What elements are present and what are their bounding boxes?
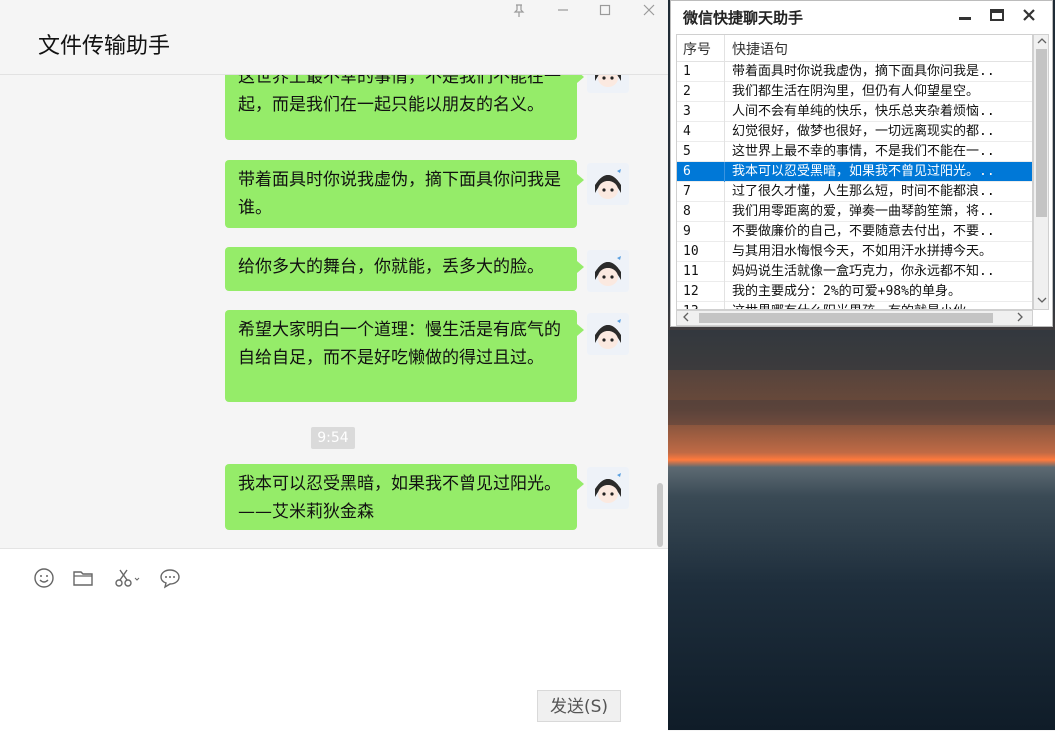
row-index: 5 <box>683 144 691 159</box>
row-index: 10 <box>683 244 699 259</box>
row-phrase: 过了很久才懂，人生那么短，时间不能都浪.. <box>732 184 995 199</box>
vertical-scroll-thumb[interactable] <box>1036 49 1047 217</box>
table-header: 序号 快捷语句 <box>677 35 1032 62</box>
message-bubble[interactable]: 带着面具时你说我虚伪，摘下面具你问我是谁。 <box>225 160 584 228</box>
table-row[interactable]: 3 人间不会有单纯的快乐，快乐总夹杂着烦恼.. <box>677 102 1032 122</box>
maximize-icon[interactable] <box>989 7 1009 25</box>
chat-header: 文件传输助手 <box>0 0 668 75</box>
row-phrase: 带着面具时你说我虚伪，摘下面具你问我是.. <box>732 64 995 79</box>
scroll-down-icon[interactable] <box>1037 295 1047 308</box>
scroll-right-icon[interactable] <box>1015 312 1025 325</box>
helper-title: 微信快捷聊天助手 <box>683 9 804 27</box>
row-index: 8 <box>683 204 691 219</box>
table-row[interactable]: 8 我们用零距离的爱，弹奏一曲琴韵笙箫，将.. <box>677 202 1032 222</box>
helper-titlebar[interactable]: 微信快捷聊天助手 <box>671 1 1052 31</box>
cloud-band <box>668 330 1055 370</box>
table-row[interactable]: 4 幻觉很好，做梦也很好，一切远离现实的都.. <box>677 122 1032 142</box>
emoji-icon[interactable] <box>33 567 55 589</box>
row-phrase: 我们用零距离的爱，弹奏一曲琴韵笙箫，将.. <box>732 204 995 219</box>
message-bubble[interactable]: 希望大家明白一个道理：慢生活是有底气的自给自足，而不是好吃懒做的得过且过。 <box>225 310 584 402</box>
table-row[interactable]: 13 这世界哪有什么阳光男孩，有的就是小伙.. <box>677 302 1032 309</box>
message-text: 这世界上最不幸的事情，不是我们不能在一起，而是我们在一起只能以朋友的名义。 <box>238 75 561 115</box>
wechat-window: 文件传输助手 这世界上最不幸的事情，不是我们不能在一起，而是我们在一起只能以朋友… <box>0 0 668 731</box>
horizontal-scrollbar[interactable] <box>676 310 1033 326</box>
maximize-icon[interactable] <box>594 4 616 22</box>
timestamp-chip: 9:54 <box>311 427 355 449</box>
row-phrase: 幻觉很好，做梦也很好，一切远离现实的都.. <box>732 124 995 139</box>
chat-scrollbar[interactable] <box>657 483 663 547</box>
table-row[interactable]: 1 带着面具时你说我虚伪，摘下面具你问我是.. <box>677 62 1032 82</box>
message-input-area[interactable]: 发送(S) <box>0 548 668 731</box>
row-index: 9 <box>683 224 691 239</box>
table-row[interactable]: 5 这世界上最不幸的事情，不是我们不能在一.. <box>677 142 1032 162</box>
chat-title: 文件传输助手 <box>38 34 171 59</box>
row-index: 1 <box>683 64 691 79</box>
phrase-table[interactable]: 序号 快捷语句 1 带着面具时你说我虚伪，摘下面具你问我是.. 2 我们都生活在阴沟里… <box>676 34 1033 310</box>
cloud-band <box>668 400 1055 425</box>
scroll-up-icon[interactable] <box>1037 36 1047 49</box>
table-row[interactable]: 2 我们都生活在阴沟里，但仍有人仰望星空。 <box>677 82 1032 102</box>
row-index: 11 <box>683 264 699 279</box>
message-text: 给你多大的舞台，你就能，丢多大的脸。 <box>238 257 544 277</box>
row-phrase: 这世界上最不幸的事情，不是我们不能在一.. <box>732 144 995 159</box>
avatar[interactable] <box>587 467 629 509</box>
row-index: 2 <box>683 84 691 99</box>
pin-icon[interactable] <box>508 4 530 22</box>
avatar[interactable] <box>587 313 629 355</box>
avatar[interactable] <box>587 75 629 93</box>
table-row[interactable]: 9 不要做廉价的自己，不要随意去付出，不要.. <box>677 222 1032 242</box>
row-phrase: 我们都生活在阴沟里，但仍有人仰望星空。 <box>732 84 980 99</box>
message-text: 我本可以忍受黑暗，如果我不曾见过阳光。——艾米莉狄金森 <box>238 474 561 522</box>
send-button[interactable]: 发送(S) <box>537 690 621 722</box>
scroll-left-icon[interactable] <box>681 312 691 325</box>
row-phrase: 与其用泪水悔恨今天，不如用汗水拼搏今天。 <box>732 244 993 259</box>
row-phrase: 我本可以忍受黑暗，如果我不曾见过阳光。.. <box>732 164 995 179</box>
row-index: 6 <box>683 164 691 179</box>
row-phrase: 妈妈说生活就像一盒巧克力，你永远都不知.. <box>732 264 995 279</box>
vertical-scrollbar[interactable] <box>1033 34 1049 310</box>
column-header-index[interactable]: 序号 <box>683 39 711 59</box>
row-index: 12 <box>683 284 699 299</box>
row-phrase: 人间不会有单纯的快乐，快乐总夹杂着烦恼.. <box>732 104 995 119</box>
row-index: 3 <box>683 104 691 119</box>
table-row[interactable]: 11 妈妈说生活就像一盒巧克力，你永远都不知.. <box>677 262 1032 282</box>
close-icon[interactable] <box>638 4 660 22</box>
horizontal-scroll-thumb[interactable] <box>699 313 993 323</box>
folder-icon[interactable] <box>72 567 94 589</box>
table-row[interactable]: 6 我本可以忍受黑暗，如果我不曾见过阳光。.. <box>677 162 1032 182</box>
message-text: 希望大家明白一个道理：慢生活是有底气的自给自足，而不是好吃懒做的得过且过。 <box>238 320 561 368</box>
message-bubble[interactable]: 这世界上最不幸的事情，不是我们不能在一起，而是我们在一起只能以朋友的名义。 <box>225 75 584 140</box>
close-icon[interactable] <box>1021 7 1041 25</box>
message-list[interactable]: 这世界上最不幸的事情，不是我们不能在一起，而是我们在一起只能以朋友的名义。 带着… <box>0 75 668 548</box>
quick-chat-helper-window: 微信快捷聊天助手 序号 快捷语句 1 带着面具时你说我虚伪，摘下面具你问我是.. 2… <box>670 0 1053 327</box>
row-index: 13 <box>683 302 699 309</box>
scissors-icon[interactable] <box>113 567 141 589</box>
minimize-icon[interactable] <box>552 4 574 22</box>
row-phrase: 我的主要成分：2%的可爱+98%的单身。 <box>732 284 961 299</box>
avatar[interactable] <box>587 163 629 205</box>
chat-bubble-icon[interactable] <box>159 567 181 589</box>
message-bubble[interactable]: 给你多大的舞台，你就能，丢多大的脸。 <box>225 247 584 291</box>
table-row[interactable]: 10 与其用泪水悔恨今天，不如用汗水拼搏今天。 <box>677 242 1032 262</box>
row-phrase: 不要做廉价的自己，不要随意去付出，不要.. <box>732 224 995 239</box>
minimize-icon[interactable] <box>957 7 977 25</box>
table-row[interactable]: 12 我的主要成分：2%的可爱+98%的单身。 <box>677 282 1032 302</box>
message-bubble[interactable]: 我本可以忍受黑暗，如果我不曾见过阳光。——艾米莉狄金森 <box>225 464 584 530</box>
row-index: 7 <box>683 184 691 199</box>
message-text: 带着面具时你说我虚伪，摘下面具你问我是谁。 <box>238 170 561 218</box>
table-row[interactable]: 7 过了很久才懂，人生那么短，时间不能都浪.. <box>677 182 1032 202</box>
row-phrase: 这世界哪有什么阳光男孩，有的就是小伙.. <box>732 302 1032 309</box>
avatar[interactable] <box>587 250 629 292</box>
row-index: 4 <box>683 124 691 139</box>
column-header-phrase[interactable]: 快捷语句 <box>732 39 788 59</box>
